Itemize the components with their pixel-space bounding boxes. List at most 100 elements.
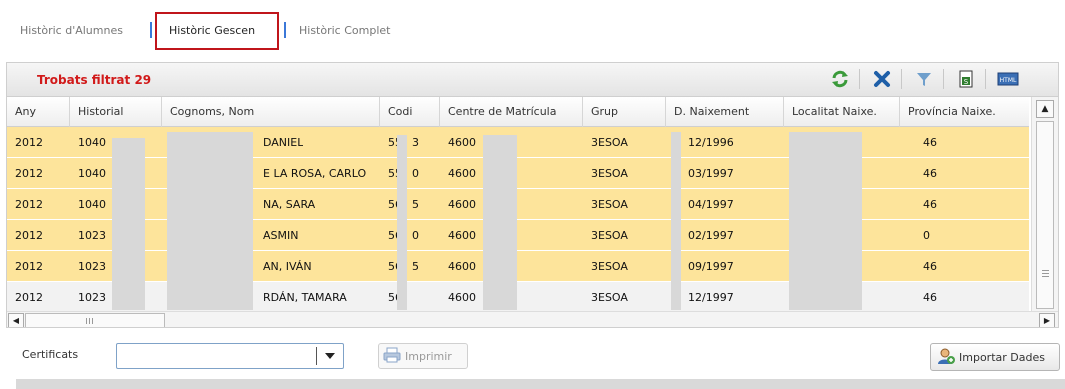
cell-provincia: 46 xyxy=(923,136,937,149)
cell-provincia: 0 xyxy=(923,229,930,242)
table-row[interactable]: 2012 1040 DANIEL 55 3 4600 3ESOA 12/1996… xyxy=(7,127,1029,158)
cell-any: 2012 xyxy=(15,291,43,304)
cell-naixement: 02/1997 xyxy=(688,229,734,242)
cell-centre: 4600 xyxy=(448,136,476,149)
table-row[interactable]: 2012 1023 AN, IVÁN 56 5 4600 3ESOA 09/19… xyxy=(7,251,1029,282)
cell-centre: 4600 xyxy=(448,198,476,211)
cell-any: 2012 xyxy=(15,260,43,273)
clear-filter-icon[interactable] xyxy=(869,67,895,91)
cell-centre: 4600 xyxy=(448,229,476,242)
svg-text:S: S xyxy=(964,78,969,86)
cell-nom: E LA ROSA, CARLO xyxy=(263,167,367,180)
filter-result-count: Trobats filtrat 29 xyxy=(37,73,152,87)
cell-nom: RDÁN, TAMARA xyxy=(263,291,347,304)
tab-historic-gescen[interactable]: Històric Gescen xyxy=(155,12,279,50)
cell-historial: 1040 xyxy=(78,198,106,211)
cell-provincia: 46 xyxy=(923,260,937,273)
user-import-icon xyxy=(937,347,955,368)
certificats-select[interactable] xyxy=(116,343,344,369)
printer-icon xyxy=(383,347,401,366)
refresh-icon[interactable] xyxy=(827,67,853,91)
scroll-left-icon[interactable]: ◀ xyxy=(8,313,24,327)
grip-line xyxy=(1042,276,1049,277)
table-row[interactable]: 2012 1040 NA, SARA 56 5 4600 3ESOA 04/19… xyxy=(7,189,1029,220)
print-label: Imprimir xyxy=(405,349,452,363)
scroll-right-icon[interactable]: ▶ xyxy=(1039,313,1055,327)
column-header-historial[interactable]: Historial xyxy=(70,97,162,127)
column-header-provincia[interactable]: Província Naixe. xyxy=(900,97,1029,127)
redaction-mask xyxy=(397,135,407,310)
toolbar-separator xyxy=(859,69,860,89)
excel-export-icon[interactable]: S xyxy=(953,67,979,91)
grid-toolbar: Trobats filtrat 29 S HTML xyxy=(6,62,1059,96)
table-row[interactable]: 2012 1023 ASMIN 56 0 4600 3ESOA 02/1997 … xyxy=(7,220,1029,251)
column-header-naixement[interactable]: D. Naixement xyxy=(666,97,784,127)
grip-line xyxy=(1042,270,1049,271)
cell-grup: 3ESOA xyxy=(591,136,628,149)
certificats-label: Certificats xyxy=(22,348,79,361)
column-header-nom[interactable]: Cognoms, Nom xyxy=(162,97,380,127)
import-data-button[interactable]: Importar Dades xyxy=(930,343,1060,371)
grip-line xyxy=(89,318,90,324)
vertical-scroll-thumb[interactable] xyxy=(1036,121,1054,309)
svg-text:HTML: HTML xyxy=(1000,77,1017,84)
import-label: Importar Dades xyxy=(959,350,1045,364)
column-header-any[interactable]: Any xyxy=(7,97,70,127)
toolbar-separator xyxy=(985,69,986,89)
print-button[interactable]: Imprimir xyxy=(378,343,468,369)
vertical-scrollbar[interactable]: ▲ xyxy=(1031,97,1058,311)
cell-naixement: 12/1996 xyxy=(688,136,734,149)
toolbar-separator xyxy=(943,69,944,89)
grid-header: Any Historial Cognoms, Nom Codi Centre d… xyxy=(7,97,1029,127)
horizontal-scrollbar[interactable]: ◀ ▶ xyxy=(7,311,1058,327)
redaction-mask xyxy=(789,132,862,310)
horizontal-scroll-thumb[interactable] xyxy=(25,313,165,327)
tab-separator xyxy=(150,22,152,38)
cell-historial: 1023 xyxy=(78,229,106,242)
cell-grup: 3ESOA xyxy=(591,229,628,242)
cell-naixement: 04/1997 xyxy=(688,198,734,211)
column-header-codi[interactable]: Codi xyxy=(380,97,440,127)
cell-any: 2012 xyxy=(15,198,43,211)
tab-historic-alumnes[interactable]: Històric d'Alumnes xyxy=(20,24,123,37)
table-row[interactable]: 2012 1040 E LA ROSA, CARLO 55 0 4600 3ES… xyxy=(7,158,1029,189)
cell-nom: DANIEL xyxy=(263,136,304,149)
cell-nom: ASMIN xyxy=(263,229,299,242)
grip-line xyxy=(92,318,93,324)
cell-historial: 1023 xyxy=(78,291,106,304)
cell-grup: 3ESOA xyxy=(591,198,628,211)
select-separator xyxy=(316,347,317,365)
cell-provincia: 46 xyxy=(923,291,937,304)
scroll-up-icon[interactable]: ▲ xyxy=(1036,100,1054,118)
cell-historial: 1040 xyxy=(78,136,106,149)
cell-grup: 3ESOA xyxy=(591,291,628,304)
tab-bar: Històric d'Alumnes Històric Gescen Histò… xyxy=(0,0,1065,62)
footer-strip xyxy=(16,379,1065,389)
redaction-mask xyxy=(167,132,253,310)
cell-naixement: 03/1997 xyxy=(688,167,734,180)
tab-separator xyxy=(284,22,286,38)
table-row[interactable]: 2012 1023 RDÁN, TAMARA 56 4600 3ESOA 12/… xyxy=(7,282,1029,313)
cell-centre: 4600 xyxy=(448,291,476,304)
cell-nom: AN, IVÁN xyxy=(263,260,312,273)
tab-historic-complet[interactable]: Històric Complet xyxy=(299,24,390,37)
cell-any: 2012 xyxy=(15,167,43,180)
cell-naixement: 12/1997 xyxy=(688,291,734,304)
column-header-grup[interactable]: Grup xyxy=(583,97,666,127)
chevron-down-icon[interactable] xyxy=(325,353,335,359)
html-export-icon[interactable]: HTML xyxy=(995,67,1021,91)
cell-centre: 4600 xyxy=(448,260,476,273)
cell-grup: 3ESOA xyxy=(591,260,628,273)
toolbar-separator xyxy=(901,69,902,89)
redaction-mask xyxy=(112,138,145,310)
cell-historial: 1023 xyxy=(78,260,106,273)
redaction-mask xyxy=(671,132,681,310)
grip-line xyxy=(86,318,87,324)
cell-grup: 3ESOA xyxy=(591,167,628,180)
column-header-centre[interactable]: Centre de Matrícula xyxy=(440,97,583,127)
column-header-localitat[interactable]: Localitat Naixe. xyxy=(784,97,900,127)
grip-line xyxy=(1042,273,1049,274)
historic-grid: Any Historial Cognoms, Nom Codi Centre d… xyxy=(6,96,1059,328)
cell-provincia: 46 xyxy=(923,167,937,180)
filter-icon[interactable] xyxy=(911,67,937,91)
